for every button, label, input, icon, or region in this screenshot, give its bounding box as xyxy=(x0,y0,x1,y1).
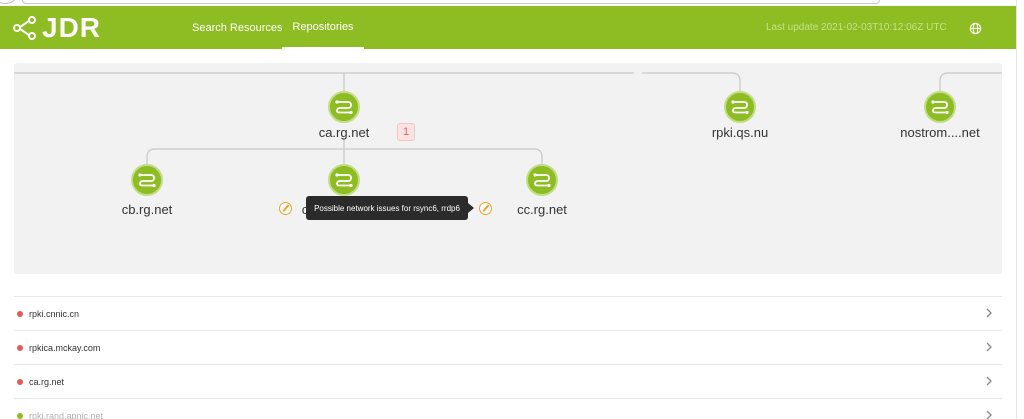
repo-node[interactable] xyxy=(328,164,360,196)
chevron-right-icon[interactable] xyxy=(984,342,994,352)
repository-icon xyxy=(138,173,156,188)
node-label: cc.rg.net xyxy=(517,202,567,217)
globe-icon[interactable] xyxy=(969,22,982,35)
nav-search-resources[interactable]: Search Resources xyxy=(192,6,283,49)
scrollbar[interactable] xyxy=(1016,0,1024,419)
app-logo[interactable]: JDR xyxy=(12,14,101,42)
list-item[interactable]: rpki.cnnic.cn xyxy=(14,296,1002,330)
address-bar[interactable] xyxy=(22,0,880,4)
repo-node[interactable] xyxy=(924,91,956,123)
last-update-text: Last update 2021-02-03T10:12:06Z UTC xyxy=(766,22,947,33)
issue-count-badge[interactable]: 1 xyxy=(397,123,415,141)
warning-icon[interactable] xyxy=(479,202,492,215)
repo-node[interactable] xyxy=(131,164,163,196)
repository-icon xyxy=(335,173,353,188)
chevron-right-icon[interactable] xyxy=(984,410,994,419)
repository-list: rpki.cnnic.cn rpkica.mckay.com ca.rg.net… xyxy=(14,296,1002,419)
list-item[interactable]: ca.rg.net xyxy=(14,364,1002,398)
error-status-icon xyxy=(17,344,23,351)
repository-name: rpki.rand.apnic.net xyxy=(29,410,104,419)
error-status-icon xyxy=(17,310,23,317)
node-label: nostrom....net xyxy=(900,125,980,140)
node-label: rpki.qs.nu xyxy=(711,125,769,140)
nav-repositories[interactable]: Repositories xyxy=(282,6,364,49)
repo-node[interactable] xyxy=(328,91,360,123)
repository-graph: ca.rg.net 1 rpki.qs.nu nostrom....net cb… xyxy=(14,63,1002,274)
repo-node[interactable] xyxy=(526,164,558,196)
repository-name: rpki.cnnic.cn xyxy=(29,308,80,319)
repository-icon xyxy=(731,100,749,115)
error-status-icon xyxy=(17,378,23,385)
repository-icon xyxy=(931,100,949,115)
top-header: JDR Search Resources Repositories Last u… xyxy=(0,6,1016,49)
repository-name: ca.rg.net xyxy=(29,376,65,387)
list-item[interactable]: rpki.rand.apnic.net xyxy=(14,398,1002,419)
network-icon xyxy=(13,16,36,40)
graph-edges xyxy=(14,72,1002,167)
logo-text: JDR xyxy=(42,12,102,43)
repository-icon xyxy=(533,173,551,188)
network-issue-tooltip: Possible network issues for rsync6, rrdp… xyxy=(306,196,474,220)
browser-button[interactable] xyxy=(0,0,16,4)
chevron-right-icon[interactable] xyxy=(984,376,994,386)
node-label: cb.rg.net xyxy=(121,202,173,217)
repo-node[interactable] xyxy=(724,91,756,123)
repository-icon xyxy=(335,100,353,115)
ok-status-icon xyxy=(17,412,23,419)
repository-name: rpkica.mckay.com xyxy=(29,342,101,353)
node-label: ca.rg.net xyxy=(318,125,370,140)
chevron-right-icon[interactable] xyxy=(984,308,994,318)
warning-icon[interactable] xyxy=(279,202,292,215)
list-item[interactable]: rpkica.mckay.com xyxy=(14,330,1002,364)
